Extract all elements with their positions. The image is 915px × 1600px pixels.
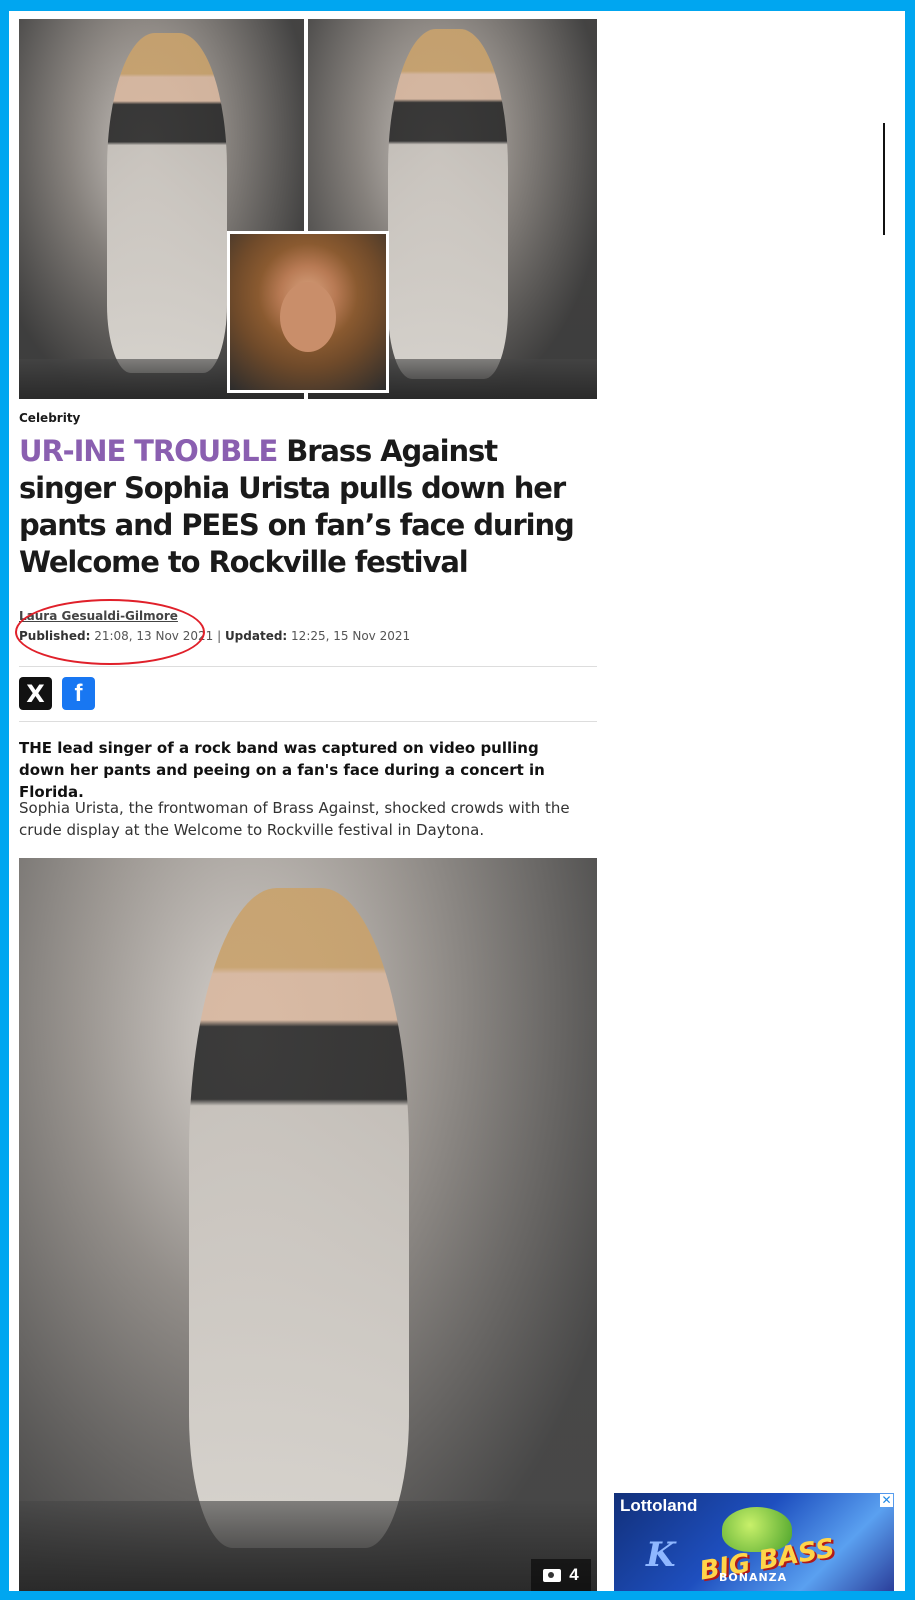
- x-share-icon[interactable]: X: [19, 677, 52, 710]
- updated-date: 12:25, 15 Nov 2021: [287, 629, 411, 643]
- updated-label: Updated:: [224, 629, 288, 643]
- annotation-circle: [15, 599, 205, 665]
- camera-icon: [543, 1568, 562, 1582]
- hero-inset-portrait: [227, 231, 389, 393]
- article-paragraph: Sophia Urista, the frontwoman of Brass A…: [19, 799, 570, 839]
- divider-bottom: [19, 721, 597, 722]
- article-main-photo[interactable]: 4: [19, 858, 597, 1591]
- article-headline: UR-INE TROUBLE Brass Against singer Soph…: [19, 433, 589, 581]
- share-bar: X f: [19, 677, 95, 710]
- hero-image-collage[interactable]: [19, 19, 597, 399]
- article-lead: THE lead singer of a rock band was captu…: [19, 739, 545, 801]
- ad-brand-logo: Lottoland: [620, 1496, 698, 1515]
- ad-k-letter: K: [646, 1535, 676, 1575]
- photo-count-number: 4: [569, 1565, 579, 1584]
- page-frame: Celebrity UR-INE TROUBLE Brass Against s…: [9, 11, 905, 1591]
- sidebar-scroll-line: [883, 123, 885, 235]
- ad-close-icon[interactable]: ✕: [880, 1494, 893, 1507]
- facebook-share-icon[interactable]: f: [62, 677, 95, 710]
- headline-tag: UR-INE TROUBLE: [19, 434, 278, 468]
- ad-game-subtitle: BONANZA: [719, 1571, 788, 1584]
- photo-gallery-count[interactable]: 4: [531, 1559, 591, 1591]
- divider-top: [19, 666, 597, 667]
- category-label[interactable]: Celebrity: [19, 411, 80, 425]
- date-separator: |: [213, 629, 225, 643]
- advert-banner[interactable]: Lottoland ✕ K BIG BASS BONANZA: [614, 1493, 894, 1591]
